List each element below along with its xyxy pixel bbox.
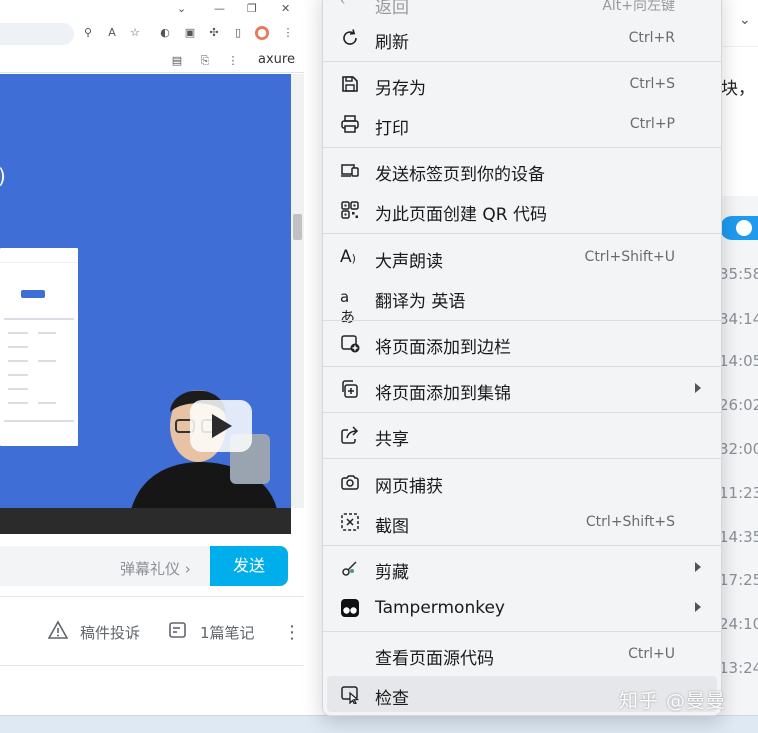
duration-label: 34:14: [719, 310, 758, 328]
menu-item-refresh[interactable]: 刷新 Ctrl+R: [327, 20, 717, 56]
taskbar: [0, 715, 758, 733]
share-icon: [341, 426, 359, 444]
refresh-icon: [343, 29, 357, 45]
puzzle-extensions-icon[interactable]: ✣: [207, 26, 221, 40]
tab-dropdown-icon[interactable]: ⌄: [177, 2, 186, 15]
submenu-arrow-icon: [695, 562, 701, 572]
duration-label: 32:00: [719, 440, 758, 458]
close-window-icon[interactable]: ✕: [281, 2, 290, 15]
menu-item-clip[interactable]: 剪藏: [327, 550, 717, 586]
menu-item-screenshot[interactable]: 截图 Ctrl+Shift+S: [327, 504, 717, 540]
print-icon: [341, 115, 359, 133]
avatar[interactable]: ●: [255, 26, 269, 40]
slide-screenshot: [0, 248, 78, 446]
tampermonkey-icon: [341, 599, 359, 617]
menu-item-tampermonkey[interactable]: Tampermonkey: [327, 590, 717, 626]
screenshot-icon: [341, 513, 359, 531]
context-menu: ‹ 返回 Alt+向左键 刷新 Ctrl+R 另存为 Ctrl+S 打印 Ctr…: [322, 0, 722, 716]
slide-text: ): [0, 164, 6, 188]
duration-label: 35:58: [719, 265, 758, 283]
duration-label: 14:35: [719, 528, 758, 546]
send-to-device-icon: [341, 164, 359, 177]
duration-label: 11:23: [719, 484, 758, 502]
menu-separator: [323, 545, 721, 546]
translate-icon: aあ: [340, 288, 355, 326]
autoplay-toggle[interactable]: [720, 216, 758, 240]
duration-label: 24:10: [719, 615, 758, 633]
reading-list-icon[interactable]: ▤: [170, 54, 184, 68]
danmaku-etiquette-link[interactable]: 弹幕礼仪 ›: [120, 558, 191, 579]
video-control-bar[interactable]: [0, 508, 291, 534]
maximize-icon[interactable]: ❐: [247, 2, 257, 15]
address-field[interactable]: [0, 23, 74, 45]
menu-separator: [323, 412, 721, 413]
menu-separator: [323, 631, 721, 632]
clip-icon: [342, 561, 357, 576]
profile-text: axure: [258, 52, 295, 67]
scrollbar-thumb[interactable]: [293, 214, 302, 240]
qr-code-icon: [341, 201, 359, 219]
menu-item-save-as[interactable]: 另存为 Ctrl+S: [327, 66, 717, 102]
divider: [0, 596, 304, 597]
menu-item-share[interactable]: 共享: [327, 417, 717, 453]
menu-item-print[interactable]: 打印 Ctrl+P: [327, 106, 717, 142]
extension-icon[interactable]: ◐: [158, 26, 172, 40]
back-arrow-icon: ‹: [340, 0, 346, 9]
warning-icon: [48, 620, 68, 639]
menu-item-back[interactable]: ‹ 返回 Alt+向左键: [327, 0, 717, 21]
menu-separator: [323, 61, 721, 62]
menu-separator: [323, 147, 721, 148]
duration-label: 17:25: [719, 571, 758, 589]
submenu-arrow-icon: [695, 383, 701, 393]
minimize-icon[interactable]: —: [214, 2, 225, 15]
menu-item-send-to-device[interactable]: 发送标签页到你的设备: [327, 152, 717, 188]
zoom-icon[interactable]: ⚲: [81, 26, 95, 40]
menu-item-add-to-sidebar[interactable]: 将页面添加到边栏: [327, 325, 717, 361]
menu-separator: [323, 366, 721, 367]
play-icon: [212, 414, 232, 438]
menu-item-create-qr[interactable]: 为此页面创建 QR 代码: [327, 192, 717, 228]
more-menu-icon[interactable]: ⋮: [281, 26, 295, 40]
add-to-sidebar-icon: [341, 335, 360, 353]
more-actions-icon[interactable]: ⋮: [283, 622, 301, 643]
watermark: 知乎 @曼曼: [619, 690, 727, 712]
danmaku-row: 弹幕礼仪 › 发送: [0, 544, 304, 588]
web-capture-icon: [341, 475, 359, 490]
submenu-arrow-icon: [695, 602, 701, 612]
menu-item-translate[interactable]: aあ 翻译为 英语: [327, 279, 717, 326]
read-mode-icon[interactable]: A: [105, 26, 119, 40]
extension-badge-icon[interactable]: ▣: [183, 26, 197, 40]
menu-separator: [323, 320, 721, 321]
menu-item-web-capture[interactable]: 网页捕获: [327, 464, 717, 500]
inspect-icon: [341, 686, 360, 704]
notes-link[interactable]: 1篇笔记: [200, 622, 255, 643]
notes-icon: [169, 622, 186, 638]
menu-item-add-to-collections[interactable]: 将页面添加到集锦: [327, 371, 717, 407]
play-badge[interactable]: [190, 400, 252, 452]
menu-item-view-source[interactable]: 查看页面源代码 Ctrl+U: [327, 636, 717, 672]
chevron-down-icon[interactable]: ⌄: [739, 12, 751, 28]
article-snippet: 块，: [721, 79, 755, 99]
bookmark-more-icon[interactable]: ⋮: [226, 54, 240, 68]
report-link[interactable]: 稿件投诉: [80, 622, 140, 643]
doc-icon[interactable]: ⎘: [198, 54, 212, 68]
menu-separator: [323, 233, 721, 234]
left-browser-window: ⌄ — ❐ ✕ ⚲ A ☆ ◐ ▣ ✣ ▯ ● ⋮ ▤ ⎘ ⋮ axure ): [0, 0, 304, 732]
add-to-collections-icon: [342, 380, 358, 398]
duration-label: 13:24: [719, 659, 758, 677]
favorite-star-icon[interactable]: ☆: [128, 26, 142, 40]
video-player[interactable]: ): [0, 74, 291, 508]
send-danmaku-button[interactable]: 发送: [210, 546, 288, 586]
save-as-icon: [342, 76, 358, 92]
duration-label: 26:02: [719, 396, 758, 414]
duration-label: 14:05: [719, 352, 758, 370]
page-scrollbar[interactable]: [291, 74, 304, 508]
title-bar: ⌄ — ❐ ✕: [0, 0, 304, 20]
sidebar-toggle-icon[interactable]: ▯: [231, 26, 245, 40]
menu-item-read-aloud[interactable]: A) 大声朗读 Ctrl+Shift+U: [327, 239, 717, 275]
divider: [0, 665, 304, 666]
menu-separator: [323, 458, 721, 459]
read-aloud-icon: A): [340, 247, 356, 267]
